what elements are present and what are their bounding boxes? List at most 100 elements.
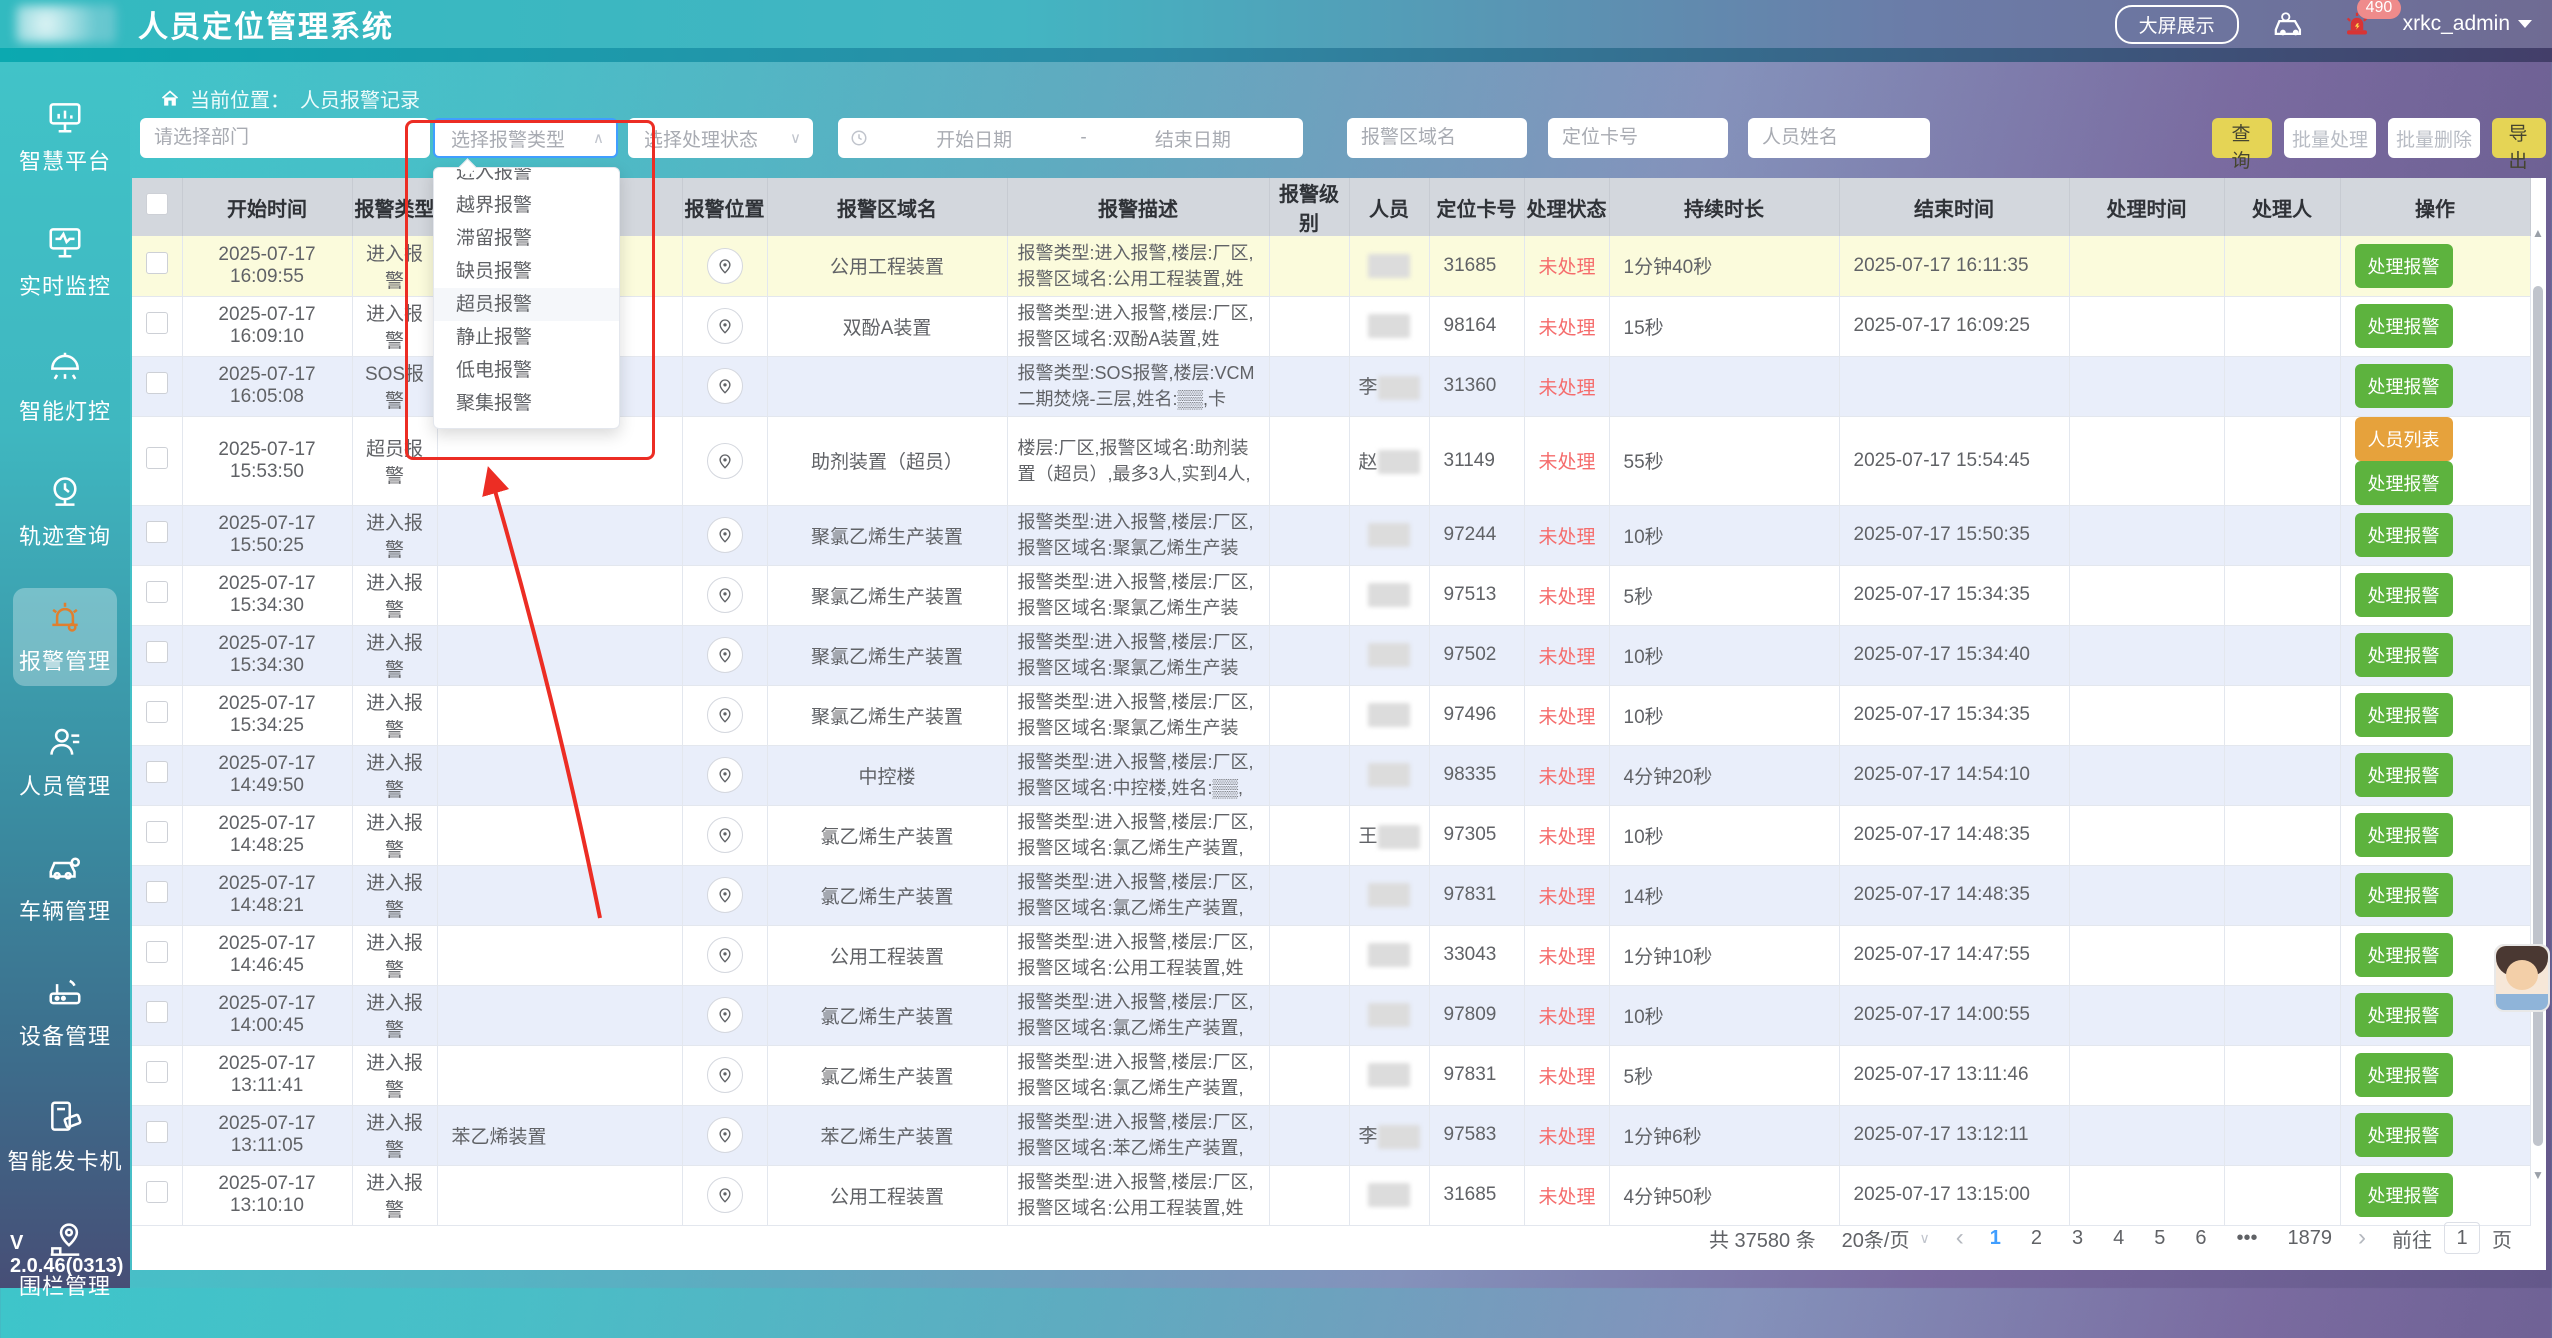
handle-alarm-button[interactable]: 处理报警: [2355, 304, 2453, 348]
sidebar-item-personnel-management[interactable]: 人员管理: [13, 713, 117, 811]
location-pin-button[interactable]: [707, 248, 743, 284]
department-input[interactable]: [140, 127, 430, 149]
handle-alarm-button[interactable]: 处理报警: [2355, 753, 2453, 797]
dropdown-option[interactable]: 滞留报警: [434, 222, 619, 255]
sidebar-item-smart-platform[interactable]: 智慧平台: [13, 88, 117, 186]
row-checkbox[interactable]: [146, 521, 168, 543]
page-number-1[interactable]: 1: [1990, 1227, 2001, 1250]
table-scrollbar[interactable]: ▲ ▼: [2531, 224, 2545, 1184]
location-pin-button[interactable]: [707, 577, 743, 613]
handle-alarm-button[interactable]: 处理报警: [2355, 633, 2453, 677]
location-pin-button[interactable]: [707, 1177, 743, 1213]
location-pin-button[interactable]: [707, 308, 743, 344]
card-number-field[interactable]: [1548, 118, 1728, 158]
sidebar-item-realtime-monitor[interactable]: 实时监控: [13, 213, 117, 311]
page-number-4[interactable]: 4: [2113, 1227, 2124, 1250]
sidebar-item-card-dispenser[interactable]: 智能发卡机: [13, 1088, 117, 1186]
page-number-3[interactable]: 3: [2072, 1227, 2083, 1250]
location-pin-button[interactable]: [707, 817, 743, 853]
date-range-picker[interactable]: 开始日期 - 结束日期: [838, 118, 1303, 158]
batch-process-button[interactable]: 批量处理: [2284, 118, 2376, 158]
user-menu[interactable]: xrkc_admin: [2403, 12, 2532, 36]
row-checkbox[interactable]: [146, 1061, 168, 1083]
location-pin-button[interactable]: [707, 368, 743, 404]
handle-alarm-button[interactable]: 处理报警: [2355, 1053, 2453, 1097]
person-name-field[interactable]: [1748, 118, 1930, 158]
row-checkbox[interactable]: [146, 1181, 168, 1203]
batch-delete-button[interactable]: 批量删除: [2388, 118, 2480, 158]
dropdown-option[interactable]: 低电报警: [434, 354, 619, 387]
alarm-notifications-icon[interactable]: 490: [2341, 9, 2373, 39]
row-checkbox[interactable]: [146, 1121, 168, 1143]
row-checkbox[interactable]: [146, 881, 168, 903]
handle-alarm-button[interactable]: 处理报警: [2355, 933, 2453, 977]
location-pin-button[interactable]: [707, 637, 743, 673]
dropdown-option[interactable]: 超员报警: [434, 288, 619, 321]
prev-page-button[interactable]: ‹: [1956, 1224, 1964, 1252]
handle-alarm-button[interactable]: 处理报警: [2355, 364, 2453, 408]
handle-alarm-button[interactable]: 处理报警: [2355, 573, 2453, 617]
page-size-select[interactable]: 20条/页 ∨: [1842, 1224, 1930, 1253]
page-number-6[interactable]: 6: [2195, 1227, 2206, 1250]
location-pin-button[interactable]: [707, 877, 743, 913]
region-name-input[interactable]: [1347, 127, 1527, 149]
export-button[interactable]: 导 出: [2492, 118, 2546, 158]
select-all-checkbox[interactable]: [146, 193, 168, 215]
row-checkbox[interactable]: [146, 821, 168, 843]
row-checkbox[interactable]: [146, 312, 168, 334]
sidebar-item-vehicle-management[interactable]: 车辆管理: [13, 838, 117, 936]
location-pin-button[interactable]: [707, 1057, 743, 1093]
end-date-field[interactable]: 结束日期: [1095, 125, 1291, 152]
handle-alarm-button[interactable]: 处理报警: [2355, 513, 2453, 557]
handle-alarm-button[interactable]: 处理报警: [2355, 873, 2453, 917]
row-checkbox[interactable]: [146, 761, 168, 783]
handle-alarm-button[interactable]: 处理报警: [2355, 693, 2453, 737]
location-pin-button[interactable]: [707, 757, 743, 793]
row-checkbox[interactable]: [146, 1001, 168, 1023]
scroll-down-icon[interactable]: ▼: [2532, 1168, 2544, 1182]
sidebar-item-device-management[interactable]: 设备管理: [13, 963, 117, 1061]
row-checkbox[interactable]: [146, 941, 168, 963]
sidebar-item-track-query[interactable]: 轨迹查询: [13, 463, 117, 561]
sidebar-item-alarm-management[interactable]: 报警管理: [13, 588, 117, 686]
scrollbar-thumb[interactable]: [2533, 286, 2543, 1146]
big-screen-button[interactable]: 大屏展示: [2115, 5, 2239, 44]
row-checkbox[interactable]: [146, 581, 168, 603]
row-checkbox[interactable]: [146, 252, 168, 274]
handle-alarm-button[interactable]: 处理报警: [2355, 461, 2453, 505]
location-pin-button[interactable]: [707, 997, 743, 1033]
dropdown-option[interactable]: 聚集报警: [434, 387, 619, 420]
page-number-2[interactable]: 2: [2031, 1227, 2042, 1250]
row-checkbox[interactable]: [146, 641, 168, 663]
region-name-field[interactable]: [1347, 118, 1527, 158]
department-select[interactable]: [140, 118, 430, 158]
location-pin-button[interactable]: [707, 1117, 743, 1153]
location-pin-button[interactable]: [707, 517, 743, 553]
person-list-button[interactable]: 人员列表: [2355, 417, 2453, 461]
card-number-input[interactable]: [1548, 127, 1728, 149]
alarm-type-select[interactable]: 选择报警类型 ∧: [433, 118, 618, 158]
handle-alarm-button[interactable]: 处理报警: [2355, 993, 2453, 1037]
vehicle-monitor-icon[interactable]: [2273, 11, 2307, 37]
location-pin-button[interactable]: [707, 443, 743, 479]
page-number-1879[interactable]: 1879: [2288, 1227, 2333, 1250]
location-pin-button[interactable]: [707, 937, 743, 973]
page-number-5[interactable]: 5: [2154, 1227, 2165, 1250]
start-date-field[interactable]: 开始日期: [876, 125, 1072, 152]
next-page-button[interactable]: ›: [2358, 1224, 2366, 1252]
handle-alarm-button[interactable]: 处理报警: [2355, 244, 2453, 288]
row-checkbox[interactable]: [146, 372, 168, 394]
sidebar-item-smart-light[interactable]: 智能灯控: [13, 338, 117, 436]
assistant-avatar-widget[interactable]: [2494, 944, 2550, 1012]
scroll-up-icon[interactable]: ▲: [2532, 226, 2544, 240]
person-name-input[interactable]: [1748, 127, 1930, 149]
row-checkbox[interactable]: [146, 701, 168, 723]
handle-alarm-button[interactable]: 处理报警: [2355, 813, 2453, 857]
dropdown-option[interactable]: 越界报警: [434, 189, 619, 222]
handle-alarm-button[interactable]: 处理报警: [2355, 1113, 2453, 1157]
location-pin-button[interactable]: [707, 697, 743, 733]
query-button[interactable]: 查 询: [2212, 118, 2272, 158]
goto-page-input[interactable]: 1: [2444, 1222, 2480, 1254]
row-checkbox[interactable]: [146, 447, 168, 469]
handle-alarm-button[interactable]: 处理报警: [2355, 1173, 2453, 1217]
